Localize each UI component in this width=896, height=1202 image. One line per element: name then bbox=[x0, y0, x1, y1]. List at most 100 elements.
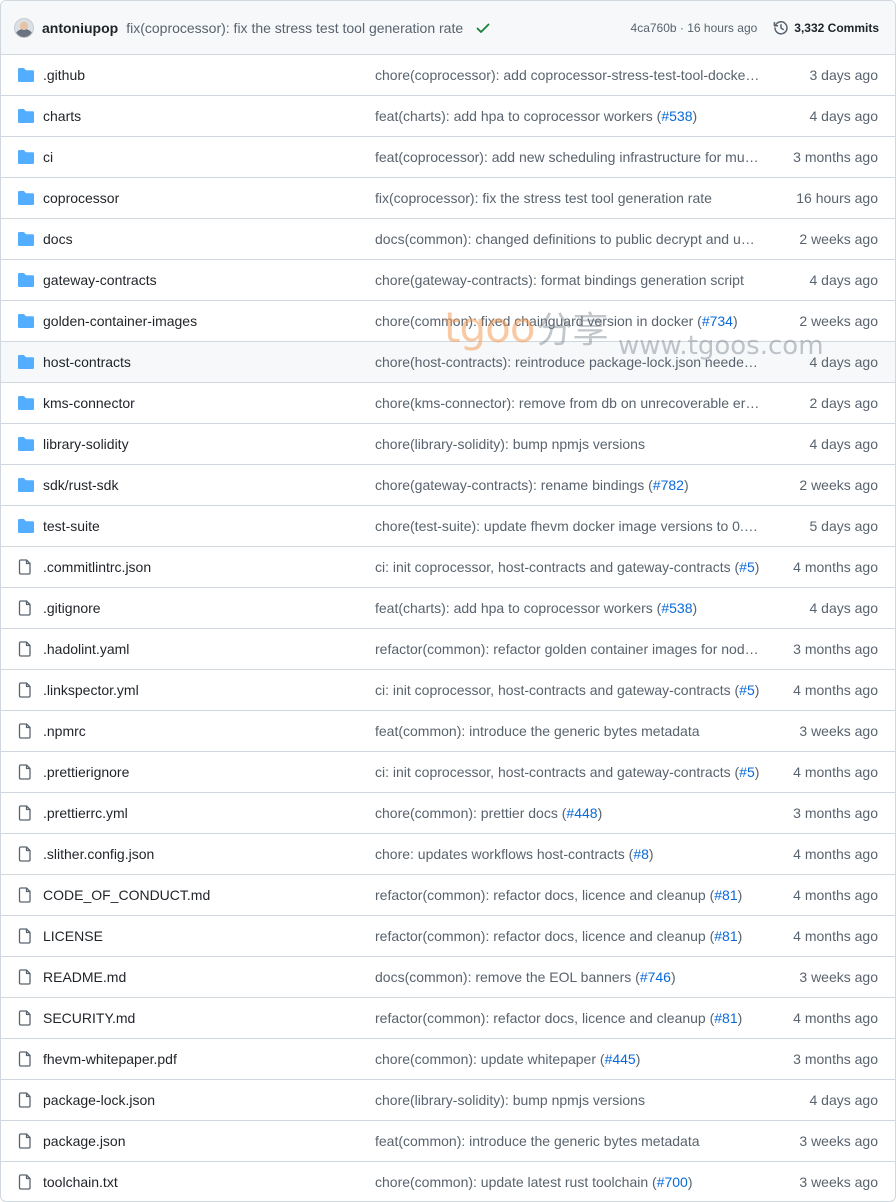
folder-name-link[interactable]: host-contracts bbox=[43, 354, 131, 370]
commit-date[interactable]: 4 days ago bbox=[810, 600, 879, 616]
file-name-link[interactable]: package-lock.json bbox=[43, 1092, 155, 1108]
folder-name-link[interactable]: gateway-contracts bbox=[43, 272, 157, 288]
file-row[interactable]: .slither.config.json chore: updates workf… bbox=[1, 834, 895, 875]
file-row[interactable]: golden-container-images chore(common): fi… bbox=[1, 301, 895, 342]
commit-message-text[interactable]: chore(test-suite): update fhevm docker i… bbox=[375, 518, 761, 534]
commit-message-link[interactable]: chore(gateway-contracts): rename binding… bbox=[375, 477, 761, 493]
pull-request-link[interactable]: #5 bbox=[739, 764, 755, 780]
file-row[interactable]: .prettierignore ci: init coprocessor, hos… bbox=[1, 752, 895, 793]
commit-date[interactable]: 4 months ago bbox=[793, 764, 878, 780]
file-row[interactable]: test-suite chore(test-suite): update fhev… bbox=[1, 506, 895, 547]
commit-message-link[interactable]: feat(common): introduce the generic byte… bbox=[375, 1133, 761, 1149]
file-row[interactable]: .github chore(coprocessor): add coprocess… bbox=[1, 55, 895, 96]
commit-message-text[interactable]: refactor(common): refactor golden contai… bbox=[375, 641, 761, 657]
file-name-link[interactable]: toolchain.txt bbox=[43, 1174, 118, 1190]
file-name-link[interactable]: .linkspector.yml bbox=[43, 682, 139, 698]
commit-message-link[interactable]: refactor(common): refactor golden contai… bbox=[375, 641, 761, 657]
commit-message-link[interactable]: feat(charts): add hpa to coprocessor wor… bbox=[375, 600, 761, 616]
latest-commit-message[interactable]: fix(coprocessor): fix the stress test to… bbox=[126, 20, 463, 36]
commit-date[interactable]: 3 weeks ago bbox=[799, 1174, 878, 1190]
commit-sha[interactable]: 4ca760b bbox=[631, 21, 677, 35]
commit-date[interactable]: 4 days ago bbox=[810, 354, 879, 370]
commit-date[interactable]: 3 months ago bbox=[793, 149, 878, 165]
pull-request-link[interactable]: #81 bbox=[714, 928, 737, 944]
file-name-link[interactable]: package.json bbox=[43, 1133, 126, 1149]
author-avatar[interactable] bbox=[14, 17, 34, 38]
commit-message-link[interactable]: chore(library-solidity): bump npmjs vers… bbox=[375, 436, 761, 452]
folder-name-link[interactable]: golden-container-images bbox=[43, 313, 197, 329]
commit-message-link[interactable]: ci: init coprocessor, host-contracts and… bbox=[375, 764, 761, 780]
commit-date[interactable]: 4 months ago bbox=[793, 887, 878, 903]
commit-date[interactable]: 3 weeks ago bbox=[799, 1133, 878, 1149]
commit-message-text[interactable]: chore(common): fixed chainguard version … bbox=[375, 313, 702, 329]
file-row[interactable]: sdk/rust-sdk chore(gateway-contracts): re… bbox=[1, 465, 895, 506]
commit-message-link[interactable]: feat(coprocessor): add new scheduling in… bbox=[375, 149, 761, 165]
commit-message-link[interactable]: chore: updates workflows host-contracts … bbox=[375, 846, 761, 862]
file-row[interactable]: CODE_OF_CONDUCT.md refactor(common): refa… bbox=[1, 875, 895, 916]
pull-request-link[interactable]: #5 bbox=[739, 559, 755, 575]
commit-message-text[interactable]: feat(common): introduce the generic byte… bbox=[375, 1133, 700, 1149]
file-row[interactable]: package.json feat(common): introduce the … bbox=[1, 1121, 895, 1162]
commit-date[interactable]: 2 days ago bbox=[810, 395, 879, 411]
folder-name-link[interactable]: kms-connector bbox=[43, 395, 135, 411]
commit-message-text[interactable]: ci: init coprocessor, host-contracts and… bbox=[375, 682, 739, 698]
file-row[interactable]: package-lock.json chore(library-solidity)… bbox=[1, 1080, 895, 1121]
commit-message-link[interactable]: chore(common): prettier docs (#448) bbox=[375, 805, 761, 821]
commit-date[interactable]: 3 months ago bbox=[793, 805, 878, 821]
file-row[interactable]: toolchain.txt chore(common): update lates… bbox=[1, 1162, 895, 1201]
file-name-link[interactable]: .slither.config.json bbox=[43, 846, 154, 862]
pull-request-link[interactable]: #445 bbox=[605, 1051, 636, 1067]
commit-message-link[interactable]: docs(common): changed definitions to pub… bbox=[375, 231, 761, 247]
commit-message-text[interactable]: refactor(common): refactor docs, licence… bbox=[375, 1010, 714, 1026]
file-row[interactable]: kms-connector chore(kms-connector): remov… bbox=[1, 383, 895, 424]
pull-request-link[interactable]: #782 bbox=[653, 477, 684, 493]
folder-name-link[interactable]: docs bbox=[43, 231, 73, 247]
commit-message-link[interactable]: chore(coprocessor): add coprocessor-stre… bbox=[375, 67, 761, 83]
commit-message-link[interactable]: ci: init coprocessor, host-contracts and… bbox=[375, 682, 761, 698]
commit-date[interactable]: 3 weeks ago bbox=[799, 723, 878, 739]
commit-message-text[interactable]: chore(gateway-contracts): format binding… bbox=[375, 272, 744, 288]
commit-message-text[interactable]: feat(coprocessor): add new scheduling in… bbox=[375, 149, 761, 165]
file-row[interactable]: .hadolint.yaml refactor(common): refactor… bbox=[1, 629, 895, 670]
commit-message-text[interactable]: chore(coprocessor): add coprocessor-stre… bbox=[375, 67, 761, 83]
file-name-link[interactable]: .commitlintrc.json bbox=[43, 559, 151, 575]
commit-date[interactable]: 4 months ago bbox=[793, 846, 878, 862]
pull-request-link[interactable]: #5 bbox=[739, 682, 755, 698]
file-name-link[interactable]: CODE_OF_CONDUCT.md bbox=[43, 887, 210, 903]
file-row[interactable]: ci feat(coprocessor): add new scheduling … bbox=[1, 137, 895, 178]
file-row[interactable]: .prettierrc.yml chore(common): prettier d… bbox=[1, 793, 895, 834]
file-row[interactable]: README.md docs(common): remove the EOL ba… bbox=[1, 957, 895, 998]
commit-date[interactable]: 16 hours ago bbox=[796, 190, 878, 206]
commit-date[interactable]: 3 months ago bbox=[793, 1051, 878, 1067]
commit-message-link[interactable]: feat(charts): add hpa to coprocessor wor… bbox=[375, 108, 761, 124]
commit-message-link[interactable]: refactor(common): refactor docs, licence… bbox=[375, 1010, 761, 1026]
commit-message-text[interactable]: docs(common): changed definitions to pub… bbox=[375, 231, 761, 247]
commit-message-text[interactable]: chore(library-solidity): bump npmjs vers… bbox=[375, 1092, 645, 1108]
pull-request-link[interactable]: #700 bbox=[657, 1174, 688, 1190]
commit-date[interactable]: 4 months ago bbox=[793, 928, 878, 944]
commit-message-text[interactable]: refactor(common): refactor docs, licence… bbox=[375, 887, 714, 903]
commit-message-link[interactable]: chore(common): fixed chainguard version … bbox=[375, 313, 761, 329]
pull-request-link[interactable]: #746 bbox=[640, 969, 671, 985]
pull-request-link[interactable]: #734 bbox=[702, 313, 733, 329]
file-name-link[interactable]: .hadolint.yaml bbox=[43, 641, 129, 657]
commit-message-text[interactable]: docs(common): remove the EOL banners ( bbox=[375, 969, 640, 985]
pull-request-link[interactable]: #81 bbox=[714, 1010, 737, 1026]
folder-name-link[interactable]: test-suite bbox=[43, 518, 100, 534]
commit-date[interactable]: 3 days ago bbox=[810, 67, 879, 83]
file-row[interactable]: .npmrc feat(common): introduce the generi… bbox=[1, 711, 895, 752]
commit-message-text[interactable]: chore(kms-connector): remove from db on … bbox=[375, 395, 761, 411]
commit-author[interactable]: antoniupop bbox=[42, 20, 118, 36]
commit-message-link[interactable]: chore(kms-connector): remove from db on … bbox=[375, 395, 761, 411]
commit-message-text[interactable]: chore(common): update whitepaper ( bbox=[375, 1051, 605, 1067]
file-row[interactable]: docs docs(common): changed definitions to… bbox=[1, 219, 895, 260]
commit-message-link[interactable]: chore(common): update whitepaper (#445) bbox=[375, 1051, 761, 1067]
pull-request-link[interactable]: #448 bbox=[566, 805, 597, 821]
pull-request-link[interactable]: #538 bbox=[661, 600, 692, 616]
commit-date[interactable]: 2 weeks ago bbox=[799, 477, 878, 493]
commit-message-link[interactable]: chore(gateway-contracts): format binding… bbox=[375, 272, 761, 288]
commit-message-text[interactable]: ci: init coprocessor, host-contracts and… bbox=[375, 559, 739, 575]
commit-message-text[interactable]: ci: init coprocessor, host-contracts and… bbox=[375, 764, 739, 780]
commit-message-text[interactable]: chore(library-solidity): bump npmjs vers… bbox=[375, 436, 645, 452]
file-row[interactable]: host-contracts chore(host-contracts): rei… bbox=[1, 342, 895, 383]
